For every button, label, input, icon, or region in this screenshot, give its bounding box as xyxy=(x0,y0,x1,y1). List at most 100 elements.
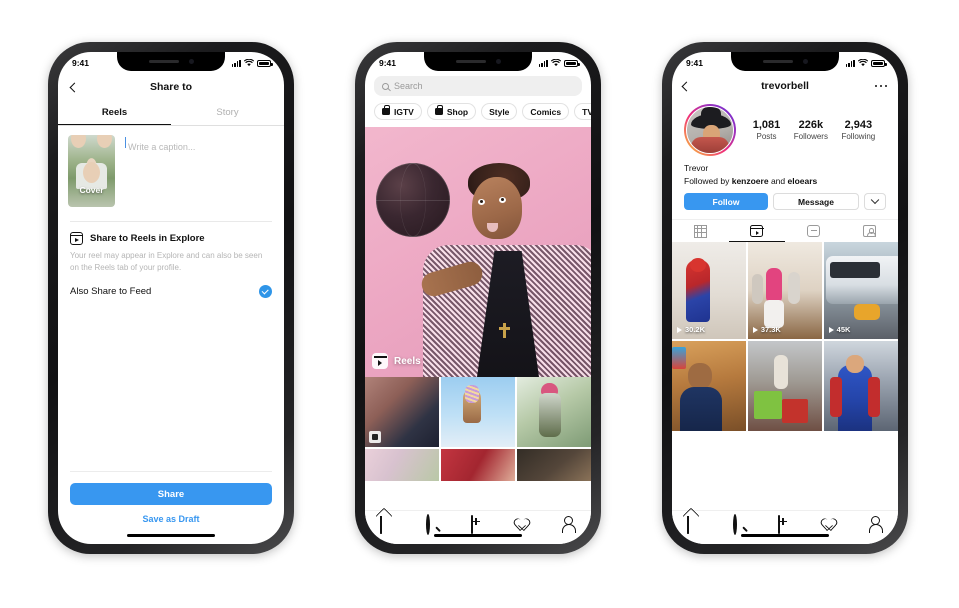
home-icon[interactable] xyxy=(379,515,396,534)
followed-by-text: Followed by kenzoere and eloears xyxy=(684,173,886,186)
stat-posts[interactable]: 1,081 Posts xyxy=(753,119,781,141)
play-icon xyxy=(677,326,682,333)
tab-reels[interactable] xyxy=(728,220,785,242)
view-count: 37.3K xyxy=(752,325,781,334)
followed-by-prefix: Followed by xyxy=(684,176,732,186)
battery-icon xyxy=(564,59,580,67)
reels-badge-label: Reels xyxy=(394,355,421,367)
device-notch xyxy=(424,52,532,71)
phone-share-to: 9:41 Share to Reels Story Cover Write a … xyxy=(48,42,294,554)
chip-style[interactable]: Style xyxy=(481,103,518,120)
tab-story[interactable]: Story xyxy=(171,100,284,125)
grid-item[interactable] xyxy=(516,377,591,447)
add-post-icon[interactable] xyxy=(470,514,486,534)
explore-grid xyxy=(365,377,591,481)
avatar-shirt xyxy=(691,137,729,153)
share-to-feed-row[interactable]: Also Share to Feed xyxy=(70,273,272,299)
tab-grid[interactable] xyxy=(672,220,729,242)
battery-icon xyxy=(871,59,887,67)
followed-by-user-2[interactable]: eloears xyxy=(787,176,817,186)
home-indicator[interactable] xyxy=(127,533,215,537)
search-icon[interactable] xyxy=(732,513,748,535)
phone-screen-share-to: 9:41 Share to Reels Story Cover Write a … xyxy=(58,52,284,544)
heart-icon[interactable] xyxy=(515,516,531,532)
wifi-icon xyxy=(551,59,561,67)
stat-value: 1,081 xyxy=(752,119,781,131)
avatar[interactable] xyxy=(684,104,736,156)
message-button[interactable]: Message xyxy=(773,193,859,210)
page-title: Share to xyxy=(149,81,192,93)
device-notch xyxy=(731,52,839,71)
tab-reels[interactable]: Reels xyxy=(58,100,171,125)
chip-label: Comics xyxy=(530,106,562,117)
share-button[interactable]: Share xyxy=(70,483,272,505)
heart-icon[interactable] xyxy=(822,516,838,532)
chip-comics[interactable]: Comics xyxy=(522,103,570,120)
home-indicator[interactable] xyxy=(741,533,829,537)
phone-screen-profile: 9:41 trevorbell 1,081 Posts 226k Followe… xyxy=(672,52,898,544)
earpiece-speaker xyxy=(148,60,179,63)
reel-item[interactable]: 37.3K xyxy=(747,242,823,339)
share-to-navbar: Share to xyxy=(58,74,284,100)
followed-by-joiner: and xyxy=(768,176,788,186)
play-icon xyxy=(828,326,834,333)
more-actions-button[interactable] xyxy=(864,193,886,210)
chip-igtv[interactable]: IGTV xyxy=(374,103,422,120)
featured-reel-post[interactable]: Reels xyxy=(365,127,591,377)
grid-item[interactable] xyxy=(365,448,440,481)
grid-item[interactable] xyxy=(440,377,516,447)
stat-label: Followers xyxy=(793,132,828,141)
caption-input[interactable]: Write a caption... xyxy=(125,135,274,207)
follow-button[interactable]: Follow xyxy=(684,193,768,210)
profile-content-tabs xyxy=(672,219,898,242)
subject-necklace xyxy=(499,323,510,338)
reels-badge: Reels xyxy=(372,353,421,369)
followed-by-user-1[interactable]: kenzoere xyxy=(732,176,769,186)
tagged-icon xyxy=(863,225,877,238)
home-indicator[interactable] xyxy=(434,533,522,537)
reel-item[interactable]: 45K xyxy=(823,242,898,339)
profile-icon[interactable] xyxy=(560,516,576,532)
search-input[interactable]: Search xyxy=(374,76,582,96)
stat-value: 226k xyxy=(798,119,824,131)
reels-icon xyxy=(372,353,388,369)
grid-item[interactable] xyxy=(440,448,516,481)
grid-icon xyxy=(693,224,707,238)
reel-item[interactable] xyxy=(672,340,747,431)
cover-thumbnail[interactable]: Cover xyxy=(68,135,115,207)
chip-label: TV & Movie xyxy=(582,106,591,117)
profile-header: 1,081 Posts 226k Followers 2,943 Followi… xyxy=(672,98,898,156)
status-time: 9:41 xyxy=(72,58,90,68)
chip-label: IGTV xyxy=(394,106,414,117)
phone-explore: 9:41 Search IGTV Shop Style Comics TV Re… xyxy=(355,42,601,554)
stat-label: Following xyxy=(841,132,876,141)
wifi-icon xyxy=(244,59,254,67)
front-camera xyxy=(802,59,808,64)
tab-tagged[interactable] xyxy=(842,220,899,242)
save-as-draft-button[interactable]: Save as Draft xyxy=(70,505,272,524)
grid-item[interactable] xyxy=(365,377,440,447)
device-notch xyxy=(117,52,225,71)
profile-icon[interactable] xyxy=(867,516,883,532)
home-icon[interactable] xyxy=(686,515,703,534)
chip-tv-and-movies[interactable]: TV & Movie xyxy=(574,103,591,120)
cover-face-b xyxy=(97,135,112,148)
front-camera xyxy=(495,59,501,64)
reel-item[interactable] xyxy=(747,340,823,431)
stat-followers[interactable]: 226k Followers xyxy=(794,119,828,141)
add-post-icon[interactable] xyxy=(777,514,793,534)
stat-value: 2,943 xyxy=(844,119,873,131)
tab-igtv[interactable] xyxy=(785,220,842,242)
more-options-icon[interactable] xyxy=(875,84,887,88)
grid-item[interactable] xyxy=(516,448,591,481)
chip-label: Style xyxy=(489,106,510,117)
earpiece-speaker xyxy=(762,60,793,63)
chip-shop[interactable]: Shop xyxy=(426,103,477,120)
stat-following[interactable]: 2,943 Following xyxy=(841,119,875,141)
phone-profile: 9:41 trevorbell 1,081 Posts 226k Followe… xyxy=(662,42,908,554)
reel-item[interactable]: 30.2K xyxy=(672,242,747,339)
reel-item[interactable] xyxy=(823,340,898,431)
profile-username: trevorbell xyxy=(761,80,809,92)
search-icon[interactable] xyxy=(425,513,441,535)
checkmark-icon[interactable] xyxy=(259,285,272,299)
